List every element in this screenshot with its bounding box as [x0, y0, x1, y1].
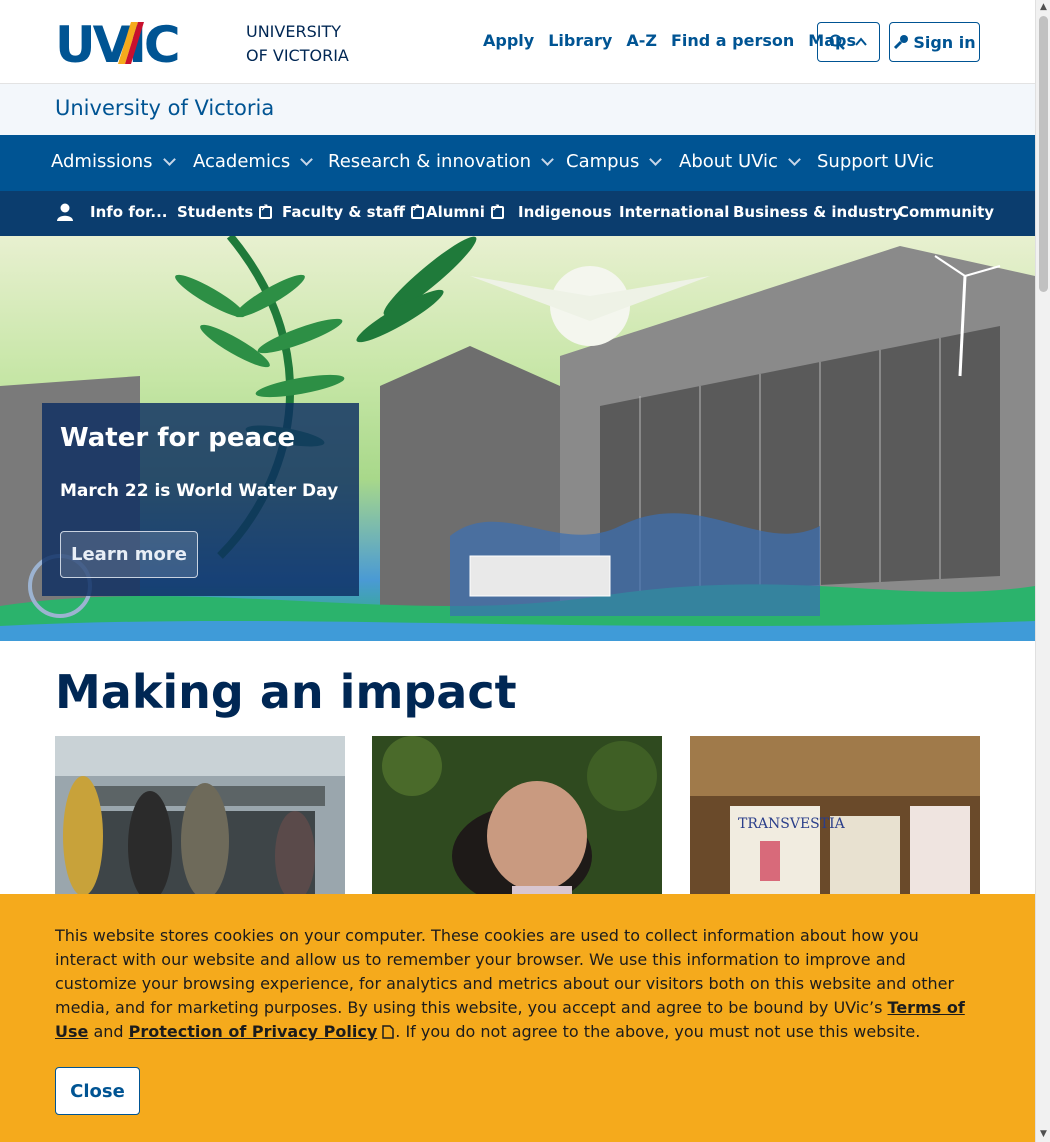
cookie-message: This website stores cookies on your comp…	[55, 926, 965, 1041]
key-icon	[894, 35, 909, 50]
archives-photo: TRANSVESTIA	[690, 736, 980, 894]
portrait-photo	[372, 736, 662, 894]
learn-more-button[interactable]: Learn more	[60, 531, 198, 578]
utility-link-apply[interactable]: Apply	[483, 31, 534, 50]
main-nav-academics[interactable]: Academics	[193, 151, 314, 172]
audience-link-alumni[interactable]: Alumni	[426, 203, 504, 221]
external-link-icon	[259, 203, 273, 219]
chevron-down-icon	[649, 152, 663, 166]
impact-heading: Making an impact	[55, 665, 517, 719]
hero-subtitle: March 22 is World Water Day	[60, 481, 339, 501]
students-photo	[55, 736, 345, 894]
page: UVIC UNIVERSITY OF VICTORIA Apply Librar…	[0, 0, 1035, 1142]
hero-title: Water for peace	[60, 423, 296, 453]
search-icon	[829, 34, 845, 50]
utility-link-find-a-person[interactable]: Find a person	[671, 31, 794, 50]
cookie-banner: This website stores cookies on your comp…	[0, 894, 1035, 1142]
vertical-scrollbar[interactable]: ▲ ▼	[1035, 0, 1050, 1142]
header-topbar: UVIC UNIVERSITY OF VICTORIA Apply Librar…	[0, 0, 1035, 84]
audience-link-international[interactable]: International	[619, 203, 729, 221]
audience-link-students[interactable]: Students	[177, 203, 273, 221]
chevron-down-icon	[541, 152, 554, 166]
chevron-down-icon	[300, 152, 314, 166]
utility-link-library[interactable]: Library	[548, 31, 612, 50]
site-title-bar: University of Victoria	[0, 84, 1035, 135]
search-toggle-button[interactable]	[817, 22, 880, 62]
uvic-logo[interactable]: UVIC	[55, 20, 210, 65]
sign-in-button[interactable]: Sign in	[889, 22, 980, 62]
chevron-up-icon	[855, 37, 868, 46]
utility-link-a-z[interactable]: A-Z	[626, 31, 657, 50]
audience-link-business-industry[interactable]: Business & industry	[733, 203, 902, 221]
impact-card-image[interactable]: TRANSVESTIA	[690, 736, 980, 894]
external-link-icon	[411, 203, 425, 219]
main-nav-campus[interactable]: Campus	[566, 151, 663, 172]
impact-card-image[interactable]	[372, 736, 662, 894]
university-name[interactable]: UNIVERSITY OF VICTORIA	[246, 20, 349, 68]
svg-text:TRANSVESTIA: TRANSVESTIA	[738, 816, 846, 832]
svg-text:UVIC: UVIC	[55, 20, 178, 65]
main-nav: Admissions Academics Research & innovati…	[0, 135, 1035, 191]
site-title[interactable]: University of Victoria	[55, 96, 274, 120]
main-nav-research[interactable]: Research & innovation	[328, 151, 554, 172]
info-for-toggle[interactable]: Info for...	[56, 203, 168, 221]
pdf-file-icon	[382, 1025, 395, 1039]
cookie-close-button[interactable]: Close	[55, 1067, 140, 1115]
external-link-icon	[490, 203, 504, 219]
chevron-down-icon	[788, 152, 801, 166]
scroll-up-arrow[interactable]: ▲	[1036, 0, 1050, 15]
scrollbar-thumb[interactable]	[1039, 16, 1048, 292]
chevron-down-icon	[162, 152, 176, 166]
audience-link-indigenous[interactable]: Indigenous	[518, 203, 612, 221]
scroll-down-arrow[interactable]: ▼	[1036, 1127, 1050, 1142]
privacy-policy-link[interactable]: Protection of Privacy Policy	[129, 1022, 378, 1041]
utility-nav: Apply Library A-Z Find a person Maps	[483, 31, 870, 50]
audience-link-community[interactable]: Community	[898, 203, 994, 221]
hero-banner: Water for peace March 22 is World Water …	[0, 236, 1035, 641]
audience-link-faculty-staff[interactable]: Faculty & staff	[282, 203, 425, 221]
main-nav-admissions[interactable]: Admissions	[51, 151, 176, 172]
person-icon	[57, 203, 73, 221]
main-nav-about[interactable]: About UVic	[679, 151, 801, 172]
audience-nav: Info for... Students Faculty & staff Alu…	[0, 191, 1035, 236]
impact-card-image[interactable]	[55, 736, 345, 894]
main-nav-support[interactable]: Support UVic	[817, 151, 934, 172]
hero-card: Water for peace March 22 is World Water …	[42, 403, 359, 596]
